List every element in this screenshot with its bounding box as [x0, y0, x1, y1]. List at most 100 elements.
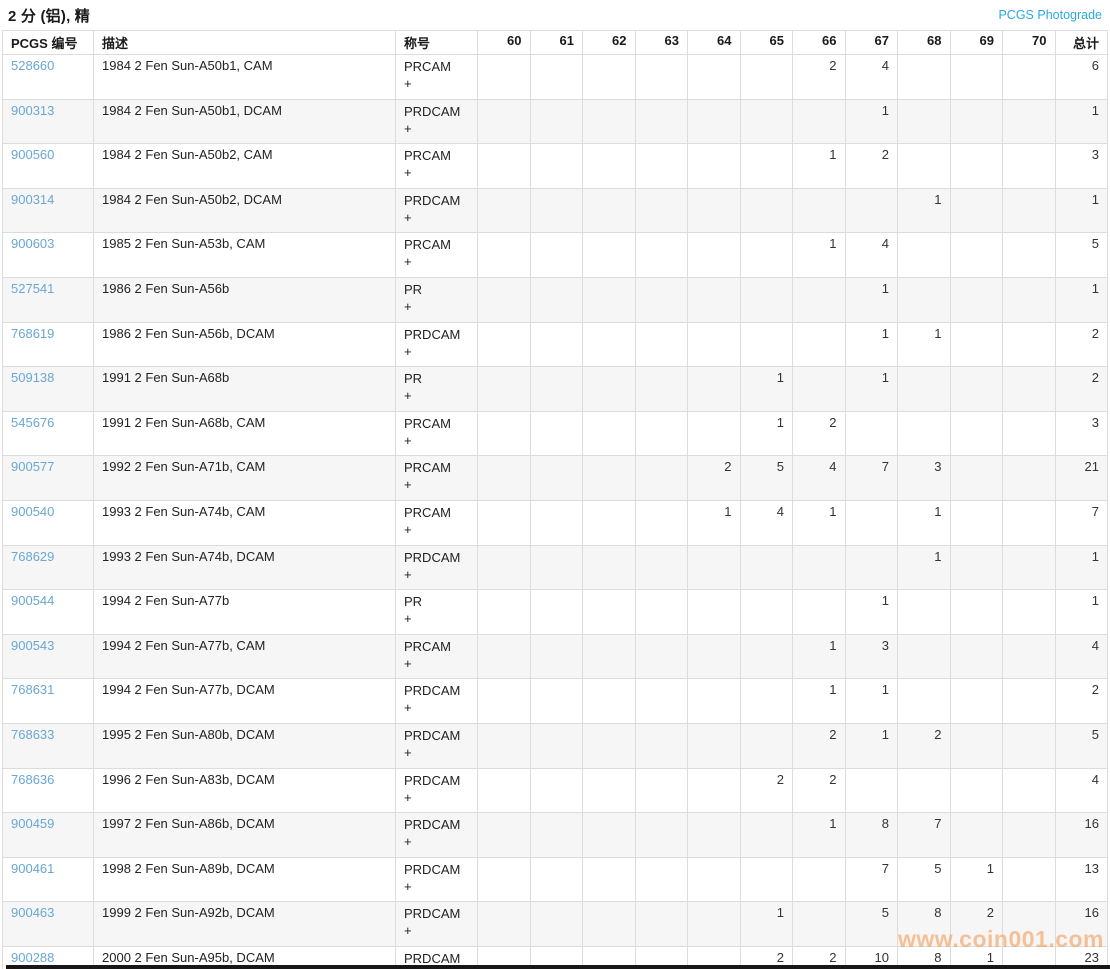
designation-plus: +	[404, 789, 469, 806]
grade-62-cell	[583, 144, 636, 189]
pcgs-number-cell: 900461	[3, 857, 94, 902]
grade-70-cell	[1003, 857, 1056, 902]
grade-64-cell	[688, 99, 741, 144]
pcgs-number-link[interactable]: 900544	[11, 593, 54, 608]
description-cell: 1997 2 Fen Sun-A86b, DCAM	[94, 813, 396, 858]
designation-cell: PRDCAM+	[396, 723, 478, 768]
pcgs-number-cell: 900463	[3, 902, 94, 947]
table-row: 9003131984 2 Fen Sun-A50b1, DCAMPRDCAM+1…	[3, 99, 1108, 144]
description-cell: 1985 2 Fen Sun-A53b, CAM	[94, 233, 396, 278]
grade-69-cell	[950, 233, 1003, 278]
grade-63-cell	[635, 367, 688, 412]
grade-68-cell	[898, 411, 951, 456]
pcgs-number-link[interactable]: 900463	[11, 905, 54, 920]
pcgs-number-link[interactable]: 900540	[11, 504, 54, 519]
pcgs-number-link[interactable]: 528660	[11, 58, 54, 73]
grade-63-cell	[635, 723, 688, 768]
designation-plus: +	[404, 744, 469, 761]
table-row: 5091381991 2 Fen Sun-A68bPR+112	[3, 367, 1108, 412]
designation-plus: +	[404, 209, 469, 226]
grade-70-cell	[1003, 144, 1056, 189]
grade-63-cell	[635, 679, 688, 724]
table-row: 9005431994 2 Fen Sun-A77b, CAMPRCAM+134	[3, 634, 1108, 679]
pcgs-photograde-link[interactable]: PCGS Photograde	[998, 8, 1102, 22]
grade-63-cell	[635, 233, 688, 278]
grade-60-cell	[478, 144, 531, 189]
table-row: 7686291993 2 Fen Sun-A74b, DCAMPRDCAM+11	[3, 545, 1108, 590]
grade-64-cell	[688, 857, 741, 902]
designation-plus: +	[404, 566, 469, 583]
designation-plus: +	[404, 699, 469, 716]
pcgs-number-link[interactable]: 900543	[11, 638, 54, 653]
grade-69-cell	[950, 723, 1003, 768]
total-cell: 5	[1055, 233, 1108, 278]
grade-62-cell	[583, 322, 636, 367]
grade-67-cell: 3	[845, 634, 898, 679]
column-header-pcgs-number: PCGS 编号	[3, 31, 94, 55]
designation-plus: +	[404, 476, 469, 493]
pcgs-number-link[interactable]: 900314	[11, 192, 54, 207]
grade-69-cell	[950, 411, 1003, 456]
grade-63-cell	[635, 902, 688, 947]
total-cell: 13	[1055, 857, 1108, 902]
grade-65-cell	[740, 188, 793, 233]
pcgs-number-link[interactable]: 900459	[11, 816, 54, 831]
grade-64-cell	[688, 902, 741, 947]
designation-text: PRCAM	[404, 236, 469, 253]
pcgs-number-link[interactable]: 509138	[11, 370, 54, 385]
designation-plus: +	[404, 833, 469, 850]
description-cell: 1992 2 Fen Sun-A71b, CAM	[94, 456, 396, 501]
grade-66-cell	[793, 277, 846, 322]
grade-62-cell	[583, 367, 636, 412]
table-row: 7686311994 2 Fen Sun-A77b, DCAMPRDCAM+11…	[3, 679, 1108, 724]
grade-65-cell: 1	[740, 902, 793, 947]
pcgs-number-link[interactable]: 900288	[11, 950, 54, 965]
designation-text: PRCAM	[404, 504, 469, 521]
grade-68-cell	[898, 277, 951, 322]
table-row: 5286601984 2 Fen Sun-A50b1, CAMPRCAM+246	[3, 55, 1108, 100]
pcgs-number-link[interactable]: 768633	[11, 727, 54, 742]
description-cell: 1984 2 Fen Sun-A50b2, DCAM	[94, 188, 396, 233]
table-row: 7686191986 2 Fen Sun-A56b, DCAMPRDCAM+11…	[3, 322, 1108, 367]
grade-67-cell	[845, 768, 898, 813]
grade-61-cell	[530, 500, 583, 545]
grade-65-cell	[740, 723, 793, 768]
pcgs-number-link[interactable]: 768619	[11, 326, 54, 341]
pcgs-number-link[interactable]: 527541	[11, 281, 54, 296]
table-row: 9004591997 2 Fen Sun-A86b, DCAMPRDCAM+18…	[3, 813, 1108, 858]
description-cell: 1984 2 Fen Sun-A50b1, CAM	[94, 55, 396, 100]
table-row: 5275411986 2 Fen Sun-A56bPR+11	[3, 277, 1108, 322]
grade-63-cell	[635, 188, 688, 233]
pcgs-number-link[interactable]: 900461	[11, 861, 54, 876]
grade-68-cell	[898, 55, 951, 100]
grade-70-cell	[1003, 679, 1056, 724]
grade-61-cell	[530, 857, 583, 902]
grade-63-cell	[635, 813, 688, 858]
pcgs-number-link[interactable]: 768631	[11, 682, 54, 697]
total-cell: 21	[1055, 456, 1108, 501]
grade-70-cell	[1003, 590, 1056, 635]
grade-64-cell	[688, 634, 741, 679]
pcgs-number-link[interactable]: 768636	[11, 772, 54, 787]
pcgs-number-link[interactable]: 900313	[11, 103, 54, 118]
pcgs-number-link[interactable]: 900560	[11, 147, 54, 162]
pcgs-number-cell: 900560	[3, 144, 94, 189]
total-cell: 16	[1055, 902, 1108, 947]
grade-61-cell	[530, 679, 583, 724]
grade-68-cell	[898, 590, 951, 635]
grade-62-cell	[583, 99, 636, 144]
grade-62-cell	[583, 500, 636, 545]
grade-70-cell	[1003, 768, 1056, 813]
designation-text: PRDCAM	[404, 861, 469, 878]
pcgs-number-link[interactable]: 900603	[11, 236, 54, 251]
grade-66-cell: 1	[793, 813, 846, 858]
grade-68-cell: 1	[898, 500, 951, 545]
grade-65-cell: 2	[740, 768, 793, 813]
pcgs-number-link[interactable]: 545676	[11, 415, 54, 430]
grade-62-cell	[583, 768, 636, 813]
pcgs-number-link[interactable]: 900577	[11, 459, 54, 474]
table-row: 7686361996 2 Fen Sun-A83b, DCAMPRDCAM+22…	[3, 768, 1108, 813]
pcgs-number-cell: 900543	[3, 634, 94, 679]
designation-cell: PRCAM+	[396, 500, 478, 545]
pcgs-number-link[interactable]: 768629	[11, 549, 54, 564]
